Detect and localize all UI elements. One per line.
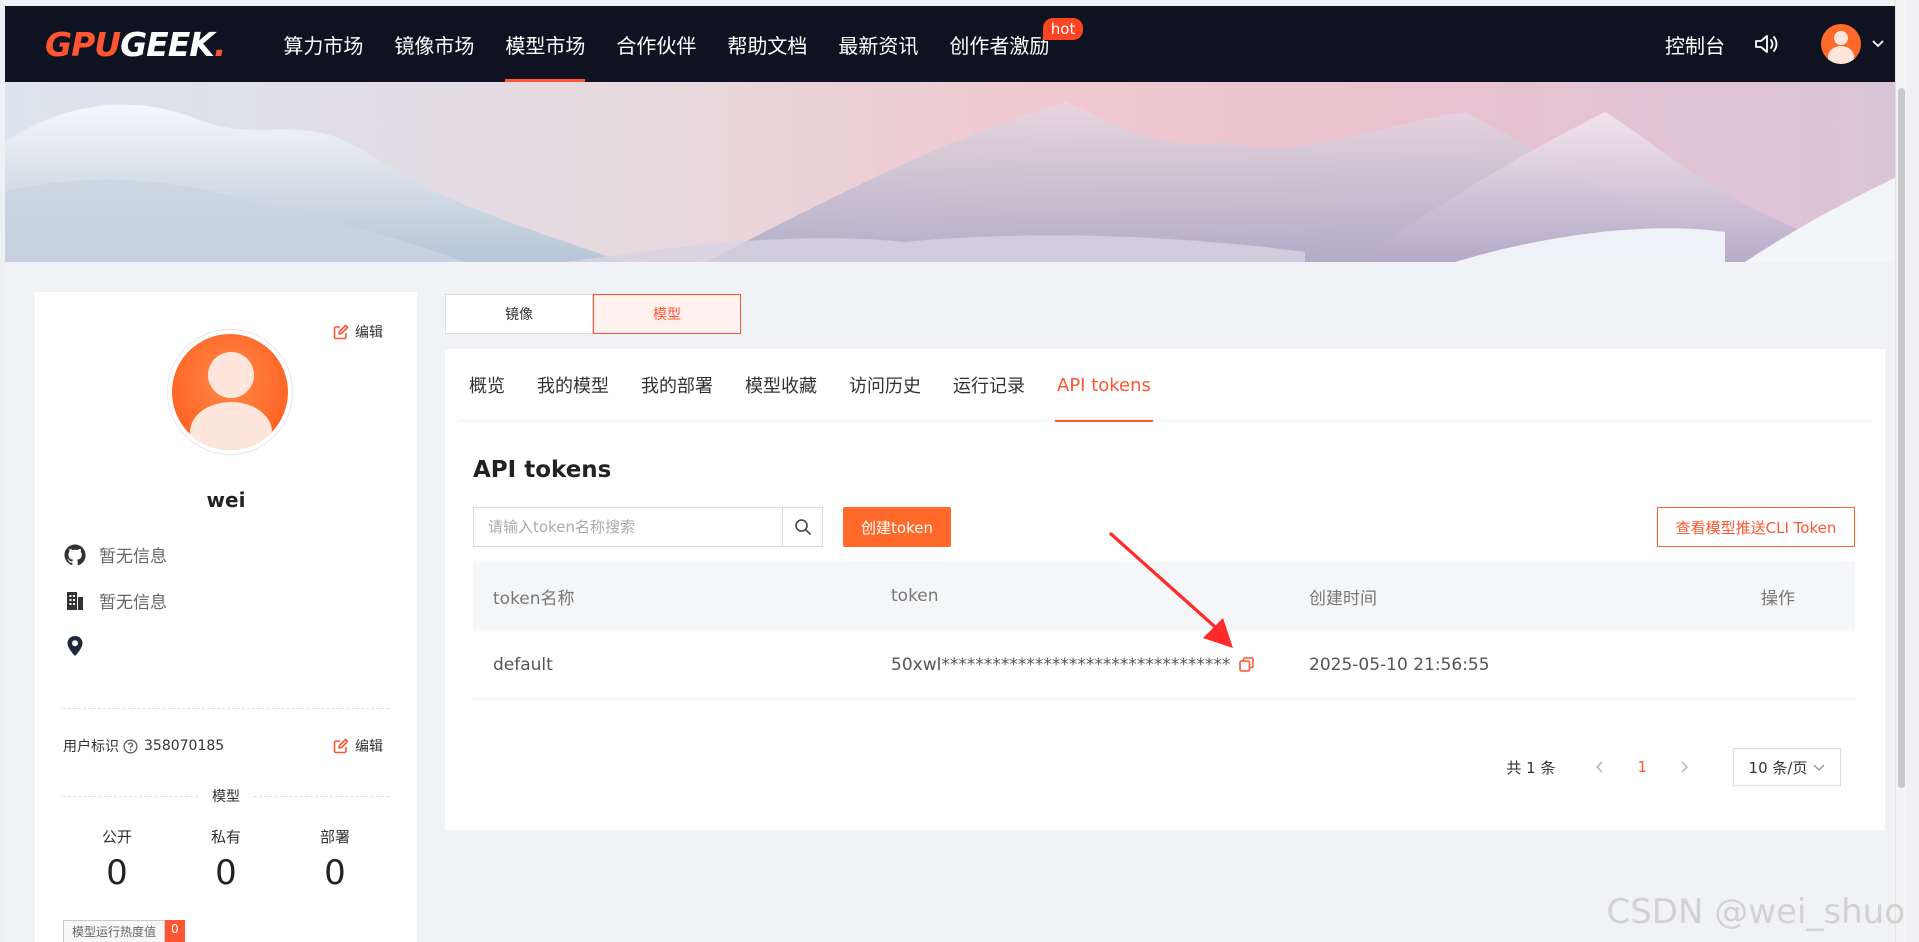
divider	[63, 708, 389, 709]
github-icon	[64, 544, 86, 565]
tab-my-deployments[interactable]: 我的部署	[641, 349, 713, 421]
user-id-label: 用户标识	[63, 739, 119, 755]
logo-prefix: GPU	[45, 24, 121, 64]
github-text: 暂无信息	[99, 547, 167, 567]
nav-item-image-market[interactable]: 镜像市场	[394, 6, 474, 82]
tab-favorites[interactable]: 模型收藏	[745, 349, 817, 421]
total-count: 共 1 条	[1506, 758, 1556, 777]
username: wei	[206, 488, 246, 512]
edit-label: 编辑	[355, 325, 383, 341]
chevron-right-icon[interactable]	[1677, 760, 1691, 774]
nav-right: 控制台	[1665, 6, 1907, 82]
nav-menu: 算力市场 镜像市场 模型市场 合作伙伴 帮助文档 最新资讯 创作者激励 hot	[283, 6, 1084, 82]
edit-user-id-button[interactable]: 编辑	[333, 736, 383, 756]
scrollbar[interactable]	[1895, 0, 1907, 942]
edit-icon	[333, 738, 349, 754]
search-input[interactable]	[474, 508, 782, 546]
heat-badge: 模型运行热度值 0	[63, 920, 185, 942]
column-header: token	[891, 586, 939, 606]
logo-suffix: GEEK	[120, 24, 215, 64]
help-icon[interactable]	[123, 739, 138, 754]
tab-overview[interactable]: 概览	[469, 349, 505, 421]
stat-public: 公开 0	[101, 828, 132, 893]
nav-item-label: 合作伙伴	[616, 33, 697, 58]
annotation-arrow-icon	[1109, 532, 1233, 648]
profile-card: 编辑 wei 暂无信息 暂无信息 用户标识 358070185 编辑 模型 公开…	[35, 292, 417, 942]
nav-item-partners[interactable]: 合作伙伴	[616, 6, 696, 82]
content-type-switch: 镜像 模型	[445, 294, 741, 334]
edit-icon	[333, 324, 349, 340]
nav-item-label: 创作者激励	[949, 33, 1050, 58]
pagination: 共 1 条 1 10 条/页	[1506, 748, 1841, 786]
scrollbar-thumb[interactable]	[1898, 88, 1905, 788]
edit-profile-button[interactable]: 编辑	[333, 322, 383, 342]
top-nav: GPU GEEK. 算力市场 镜像市场 模型市场 合作伙伴 帮助文档 最新资讯 创…	[5, 6, 1907, 82]
search-icon	[794, 519, 811, 535]
watermark: CSDN @wei_shuo	[1606, 892, 1905, 932]
nav-item-model-market[interactable]: 模型市场	[505, 6, 586, 82]
chevron-down-icon[interactable]	[1871, 39, 1885, 49]
column-header: 创建时间	[1309, 588, 1377, 609]
create-token-button[interactable]: 创建token	[843, 507, 951, 547]
tab-api-tokens[interactable]: API tokens	[1055, 349, 1153, 422]
model-stats: 公开 0 私有 0 部署 0	[63, 826, 389, 893]
company-text: 暂无信息	[99, 593, 167, 613]
switch-model[interactable]: 模型	[593, 294, 741, 334]
company-info: 暂无信息	[63, 588, 167, 613]
tab-run-records[interactable]: 运行记录	[953, 349, 1025, 421]
nav-item-compute-market[interactable]: 算力市场	[283, 6, 363, 82]
building-icon	[67, 591, 83, 610]
edit-label: 编辑	[355, 739, 383, 755]
location-pin-icon	[67, 636, 83, 656]
tab-my-models[interactable]: 我的模型	[537, 349, 609, 421]
nav-item-label: 模型市场	[505, 33, 586, 58]
logo-dot: .	[213, 24, 227, 64]
token-search	[473, 507, 823, 547]
speaker-icon[interactable]	[1753, 32, 1779, 56]
logo[interactable]: GPU GEEK.	[45, 24, 227, 64]
column-header: token名称	[493, 588, 575, 609]
stat-deploy: 部署 0	[319, 828, 350, 893]
column-header: 操作	[1761, 588, 1795, 609]
profile-banner	[5, 82, 1907, 262]
heat-label: 模型运行热度值	[63, 920, 166, 942]
tab-history[interactable]: 访问历史	[849, 349, 921, 421]
location-info	[63, 634, 99, 658]
nav-item-label: 算力市场	[283, 33, 364, 58]
heat-value: 0	[165, 920, 185, 942]
created-time-cell: 2025-05-10 21:56:55	[1309, 654, 1490, 675]
token-name-cell: default	[493, 654, 553, 675]
nav-item-docs[interactable]: 帮助文档	[727, 6, 807, 82]
github-info: 暂无信息	[63, 542, 167, 567]
nav-item-label: 最新资讯	[838, 33, 919, 58]
switch-mirror[interactable]: 镜像	[445, 294, 593, 334]
user-id-value: 358070185	[144, 738, 225, 754]
nav-item-news[interactable]: 最新资讯	[838, 6, 918, 82]
stat-private: 私有 0	[210, 828, 241, 893]
model-section-label: 模型	[63, 786, 389, 806]
user-id-row: 用户标识 358070185	[63, 736, 224, 756]
app-frame: GPU GEEK. 算力市场 镜像市场 模型市场 合作伙伴 帮助文档 最新资讯 创…	[5, 0, 1907, 942]
console-link[interactable]: 控制台	[1665, 30, 1725, 59]
token-cell: 50xwl**********************************	[891, 655, 1309, 675]
tabs: 概览 我的模型 我的部署 模型收藏 访问历史 运行记录 API tokens	[459, 349, 1871, 422]
hot-badge: hot	[1042, 18, 1084, 40]
view-cli-token-button[interactable]: 查看模型推送CLI Token	[1657, 507, 1855, 547]
nav-item-creator-rewards[interactable]: 创作者激励 hot	[949, 6, 1084, 82]
avatar[interactable]	[1821, 24, 1861, 64]
mountain-banner-image	[5, 102, 1907, 262]
nav-item-label: 镜像市场	[394, 33, 475, 58]
page-title: API tokens	[473, 457, 612, 483]
chevron-down-icon	[1813, 764, 1825, 771]
nav-item-label: 帮助文档	[727, 33, 808, 58]
profile-avatar	[168, 330, 292, 454]
chevron-left-icon[interactable]	[1593, 760, 1607, 774]
page-number[interactable]: 1	[1637, 758, 1647, 776]
page-size-select[interactable]: 10 条/页	[1733, 748, 1841, 786]
search-button[interactable]	[782, 508, 822, 546]
